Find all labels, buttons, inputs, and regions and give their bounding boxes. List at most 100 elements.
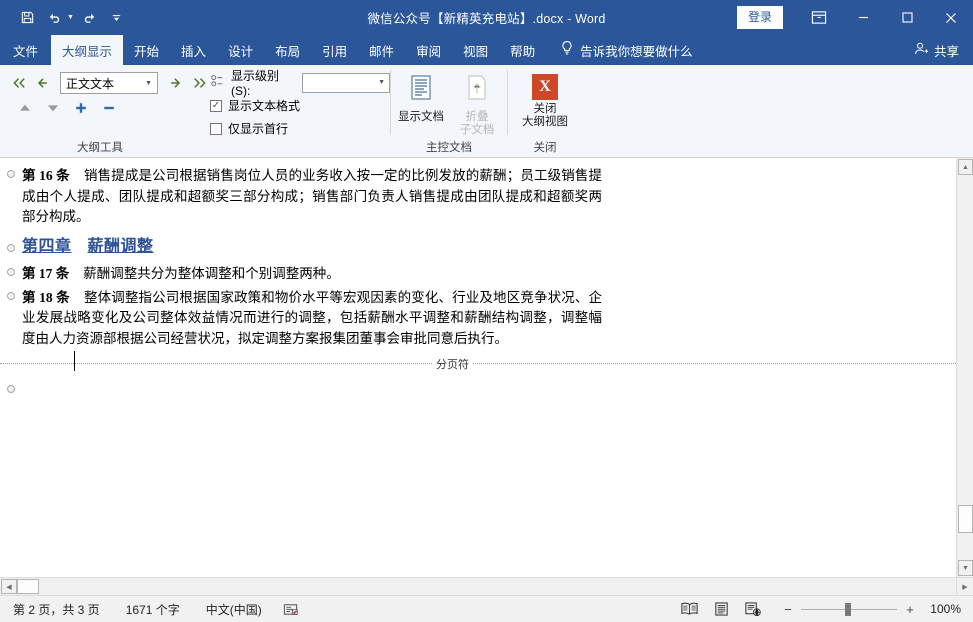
maximize-button[interactable] xyxy=(885,0,929,35)
close-outline-view-label-line1: 关闭 xyxy=(534,103,557,116)
outline-level-select[interactable]: 正文文本 ▼ xyxy=(60,72,158,94)
minimize-button[interactable] xyxy=(841,0,885,35)
close-button[interactable] xyxy=(929,0,973,35)
close-outline-view-label-line2: 大纲视图 xyxy=(522,116,568,129)
outline-bullet-icon[interactable] xyxy=(0,385,22,393)
close-outline-view-icon: X xyxy=(532,74,558,100)
zoom-level-label[interactable]: 100% xyxy=(923,602,961,616)
zoom-slider-thumb[interactable] xyxy=(845,603,851,616)
show-level-select[interactable]: ▼ xyxy=(302,73,390,93)
move-up-icon[interactable] xyxy=(14,97,36,119)
outline-bullet-icon[interactable] xyxy=(0,237,22,252)
horizontal-scrollbar-thumb[interactable] xyxy=(17,579,39,594)
tab-file[interactable]: 文件 xyxy=(0,35,51,65)
tab-help[interactable]: 帮助 xyxy=(499,35,546,65)
move-down-icon[interactable] xyxy=(42,97,64,119)
horizontal-scrollbar[interactable]: ◀ ▶ xyxy=(0,577,973,595)
share-person-icon xyxy=(914,41,930,59)
scroll-left-button[interactable]: ◀ xyxy=(1,579,17,594)
outline-item-empty[interactable] xyxy=(0,385,956,393)
tab-view[interactable]: 视图 xyxy=(452,35,499,65)
close-outline-view-button[interactable]: X 关闭 大纲视图 xyxy=(511,72,579,129)
show-options-spacer xyxy=(210,140,390,157)
text-cursor xyxy=(74,351,75,371)
outline-item[interactable]: 第 17 条薪酬调整共分为整体调整和个别调整两种。 xyxy=(0,264,956,285)
scroll-down-button[interactable]: ▼ xyxy=(958,560,973,576)
demote-icon[interactable] xyxy=(164,72,186,94)
print-layout-icon[interactable] xyxy=(706,598,736,620)
web-layout-icon[interactable] xyxy=(738,598,768,620)
clause-body: 整体调整指公司根据国家政策和物价水平等宏观因素的变化、行业及地区竞争状况、企业发… xyxy=(22,290,602,346)
outline-bullet-icon[interactable] xyxy=(0,288,22,300)
show-text-formatting-checkbox[interactable]: ✓ xyxy=(210,100,222,112)
outline-bullet-icon[interactable] xyxy=(0,166,22,178)
outline-item-text: 第 18 条整体调整指公司根据国家政策和物价水平等宏观因素的变化、行业及地区竞争… xyxy=(22,288,602,350)
chevron-down-icon[interactable]: ▼ xyxy=(145,80,155,87)
quick-access-toolbar: ▼ xyxy=(0,6,130,30)
show-first-line-only-checkbox[interactable] xyxy=(210,123,222,135)
zoom-slider-track[interactable] xyxy=(801,609,897,610)
show-text-formatting-label: 显示文本格式 xyxy=(228,97,300,114)
chevron-down-icon[interactable]: ▼ xyxy=(378,79,385,86)
outline-page[interactable]: 第 16 条销售提成是公司根据销售岗位人员的业务收入按一定的比例发放的薪酬；员工… xyxy=(0,158,956,577)
show-first-line-only-label: 仅显示首行 xyxy=(228,120,288,137)
tell-me-search[interactable]: 告诉我你想要做什么 xyxy=(546,35,701,65)
vertical-scrollbar-thumb[interactable] xyxy=(958,505,973,533)
read-mode-icon[interactable] xyxy=(674,598,704,620)
tab-review[interactable]: 审阅 xyxy=(405,35,452,65)
undo-dropdown-caret-icon[interactable]: ▼ xyxy=(67,14,74,21)
clause-body: 销售提成是公司根据销售岗位人员的业务收入按一定的比例发放的薪酬；员工级销售提成由… xyxy=(22,168,602,224)
show-document-button[interactable]: 显示文档 xyxy=(394,72,448,124)
outline-item-heading[interactable]: 第四章薪酬调整 xyxy=(0,237,956,258)
ribbon-group-outline-tools: 正文文本 ▼ xyxy=(0,65,200,157)
tab-design[interactable]: 设计 xyxy=(217,35,264,65)
word-count[interactable]: 1671 个字 xyxy=(113,601,193,618)
outline-item[interactable]: 第 18 条整体调整指公司根据国家政策和物价水平等宏观因素的变化、行业及地区竞争… xyxy=(0,288,956,350)
customize-qat-icon[interactable] xyxy=(104,6,130,30)
save-icon[interactable] xyxy=(14,6,40,30)
tab-home[interactable]: 开始 xyxy=(123,35,170,65)
clause-number: 第 16 条 xyxy=(22,168,70,183)
outline-level-value: 正文文本 xyxy=(66,75,145,92)
share-button[interactable]: 共享 xyxy=(900,35,973,65)
page-break-marker: 分页符 xyxy=(0,363,956,385)
promote-to-heading1-icon[interactable] xyxy=(8,72,30,94)
expand-icon[interactable] xyxy=(70,97,92,119)
outline-item-text: 第 17 条薪酬调整共分为整体调整和个别调整两种。 xyxy=(22,264,602,285)
tab-outline-view[interactable]: 大纲显示 xyxy=(51,35,123,65)
promote-icon[interactable] xyxy=(32,72,54,94)
outline-item-text: 第 16 条销售提成是公司根据销售岗位人员的业务收入按一定的比例发放的薪酬；员工… xyxy=(22,166,602,228)
document-area: 第 16 条销售提成是公司根据销售岗位人员的业务收入按一定的比例发放的薪酬；员工… xyxy=(0,158,973,577)
collapse-icon[interactable] xyxy=(98,97,120,119)
language-indicator[interactable]: 中文(中国) xyxy=(193,601,275,618)
show-level-label: 显示级别(S): xyxy=(231,67,296,98)
scroll-up-button[interactable]: ▲ xyxy=(958,159,973,175)
tab-layout[interactable]: 布局 xyxy=(264,35,311,65)
page-break-label: 分页符 xyxy=(432,356,473,372)
zoom-in-button[interactable]: + xyxy=(904,602,916,617)
outline-bullet-icon[interactable] xyxy=(0,264,22,276)
zoom-control[interactable]: − + 100% xyxy=(782,602,961,617)
sign-in-button[interactable]: 登录 xyxy=(737,6,783,29)
ribbon-group-label-master-document: 主控文档 xyxy=(391,140,507,157)
collapse-subdocuments-label-line2: 子文档 xyxy=(460,124,495,137)
vertical-scrollbar[interactable]: ▲ ▼ xyxy=(956,158,973,577)
tab-mailings[interactable]: 邮件 xyxy=(358,35,405,65)
outline-item[interactable]: 第 16 条销售提成是公司根据销售岗位人员的业务收入按一定的比例发放的薪酬；员工… xyxy=(0,166,956,228)
show-text-formatting-row[interactable]: ✓ 显示文本格式 xyxy=(210,95,390,116)
undo-icon[interactable] xyxy=(42,6,68,30)
page-indicator[interactable]: 第 2 页，共 3 页 xyxy=(0,601,113,618)
proofing-errors-icon[interactable] xyxy=(275,602,307,617)
share-label: 共享 xyxy=(934,41,959,60)
collapse-subdocuments-icon xyxy=(463,74,491,108)
chapter-number: 第四章 xyxy=(22,238,72,255)
redo-icon[interactable] xyxy=(76,6,102,30)
show-first-line-only-row[interactable]: 仅显示首行 xyxy=(210,118,390,139)
ribbon-display-options-icon[interactable] xyxy=(797,0,841,35)
collapse-subdocuments-label-line1: 折叠 xyxy=(466,111,489,124)
scroll-right-button[interactable]: ▶ xyxy=(956,578,973,595)
zoom-out-button[interactable]: − xyxy=(782,602,794,617)
tab-references[interactable]: 引用 xyxy=(311,35,358,65)
tab-insert[interactable]: 插入 xyxy=(170,35,217,65)
show-document-label: 显示文档 xyxy=(398,111,444,124)
